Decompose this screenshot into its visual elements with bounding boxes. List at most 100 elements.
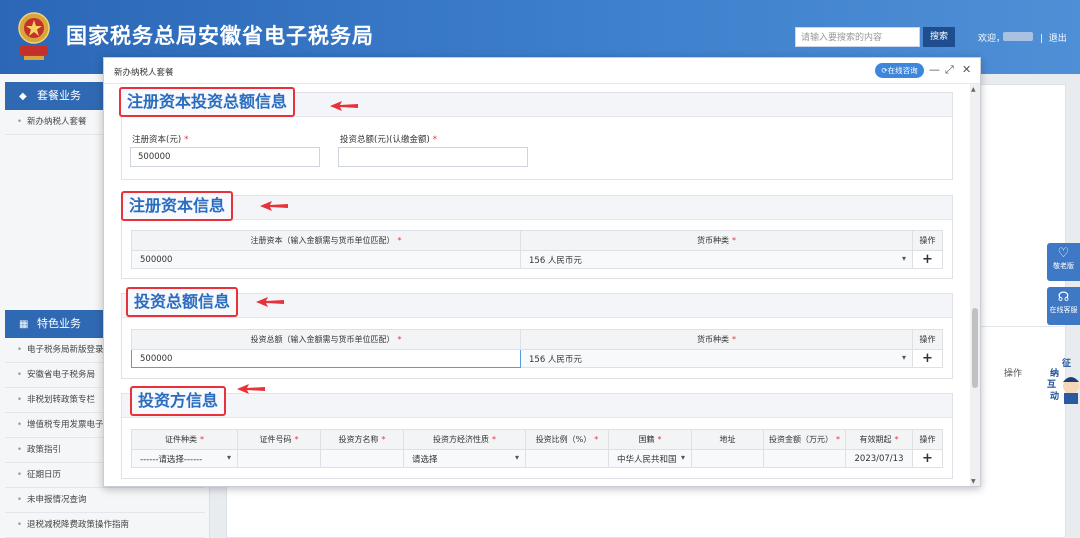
reg-capital-input[interactable] bbox=[130, 147, 320, 167]
section-title-registered-investment: 注册资本投资总额信息 bbox=[119, 87, 296, 117]
section-title-investment-total: 投资总额信息 bbox=[126, 287, 239, 317]
col-header: 投资方名称 * bbox=[320, 429, 404, 450]
col-header: 投资方经济性质 * bbox=[403, 429, 526, 450]
col-header-amount: 投资总额（输入金额需与货币单位匹配） * bbox=[131, 329, 521, 350]
investor-name-input[interactable] bbox=[320, 449, 404, 468]
arrow-left-icon bbox=[260, 201, 288, 211]
registered-capital-table: 注册资本（输入金额需与货币单位匹配） * 货币种类 * 操作 500000 156 … bbox=[131, 230, 943, 269]
table-row: 500000 156 人民币元 + bbox=[131, 250, 943, 269]
logout-link[interactable]: | 退出 bbox=[1040, 31, 1067, 44]
col-header: 有效期起 * bbox=[845, 429, 913, 450]
tax-emblem-logo bbox=[18, 12, 50, 60]
sidebar-item-label: 增值税专用发票电子 bbox=[27, 420, 104, 430]
grid-icon: ▦ bbox=[19, 319, 29, 330]
nationality-select[interactable]: 中华人民共和国 bbox=[608, 449, 692, 468]
sidebar-item-unfiled[interactable]: • 未申报情况查询 bbox=[5, 488, 205, 513]
mascot-interaction-widget[interactable]: 征 纳 互 动 bbox=[1044, 356, 1080, 406]
close-icon[interactable]: ✕ bbox=[962, 63, 971, 77]
sidebar-section-package-title: 套餐业务 bbox=[37, 89, 81, 102]
col-header-currency: 货币种类 * bbox=[520, 329, 913, 350]
modal-header: 新办纳税人套餐 ⟳在线咨询 — ⤢ ✕ bbox=[104, 58, 980, 84]
minimize-icon[interactable]: — bbox=[929, 63, 940, 77]
reg-capital-currency-select[interactable]: 156 人民币元 bbox=[520, 250, 913, 269]
scroll-down-icon[interactable]: ▼ bbox=[971, 478, 976, 485]
col-header: 证件种类 * bbox=[131, 429, 238, 450]
id-number-input[interactable] bbox=[237, 449, 321, 468]
reg-capital-label: 注册资本(元) * bbox=[132, 135, 189, 145]
welcome-text: 欢迎， bbox=[978, 34, 1006, 44]
section-title-registered-capital: 注册资本信息 bbox=[121, 191, 234, 221]
site-title: 国家税务总局安徽省电子税务局 bbox=[66, 24, 374, 48]
col-header-amount: 注册资本（输入金额需与货币单位匹配） * bbox=[131, 230, 521, 251]
online-service-label: 在线客服 bbox=[1049, 306, 1078, 314]
invest-total-currency-select[interactable]: 156 人民币元 bbox=[520, 349, 913, 368]
sidebar-item-refund-guide[interactable]: • 退税减税降费政策操作指南 bbox=[5, 513, 205, 538]
invest-total-input[interactable] bbox=[338, 147, 528, 167]
col-header: 国籍 * bbox=[608, 429, 692, 450]
sidebar-item-label: 电子税务局新版登录 bbox=[27, 345, 104, 355]
col-header: 投资金额（万元） * bbox=[763, 429, 846, 450]
table-header-row: 证件种类 * 证件号码 * 投资方名称 * 投资方经济性质 * 投资比例（%） * 国籍 *… bbox=[131, 429, 943, 450]
sidebar-item-label: 未申报情况查询 bbox=[27, 495, 87, 505]
separator: | bbox=[1040, 34, 1044, 44]
headset-icon: ☊ bbox=[1057, 290, 1070, 305]
modal-body: 注册资本投资总额信息 注册资本(元)* 投资总额(元)(认缴金额)* 注册资本信… bbox=[104, 84, 970, 486]
address-input[interactable] bbox=[691, 449, 764, 468]
col-header-currency: 货币种类 * bbox=[520, 230, 913, 251]
col-header: 证件号码 * bbox=[237, 429, 321, 450]
sidebar-item-label: 退税减税降费政策操作指南 bbox=[27, 520, 130, 530]
new-taxpayer-modal: 新办纳税人套餐 ⟳在线咨询 — ⤢ ✕ 注册资本投资总额信息 注册资本(元) * … bbox=[103, 57, 981, 487]
online-consult-button[interactable]: ⟳在线咨询 bbox=[875, 63, 924, 78]
layers-icon: ◆ bbox=[19, 91, 27, 102]
col-header-op: 操作 bbox=[912, 329, 943, 350]
sidebar-item-label: 征期日历 bbox=[27, 470, 62, 480]
col-header-op: 操作 bbox=[912, 230, 943, 251]
elder-mode-label: 敬老版 bbox=[1053, 262, 1074, 270]
online-service-button[interactable]: ☊ 在线客服 bbox=[1047, 287, 1080, 325]
modal-scrollbar-thumb[interactable] bbox=[972, 308, 978, 388]
logout-label[interactable]: 退出 bbox=[1049, 34, 1067, 44]
invest-total-amount-cell[interactable]: 500000 bbox=[131, 349, 521, 368]
table-header-row: 注册资本（输入金额需与货币单位匹配） * 货币种类 * 操作 bbox=[131, 230, 943, 251]
modal-title: 新办纳税人套餐 bbox=[114, 68, 174, 78]
sidebar-item-label: 政策指引 bbox=[27, 445, 62, 455]
reg-capital-amount-cell[interactable]: 500000 bbox=[131, 250, 521, 269]
col-header: 操作 bbox=[912, 429, 943, 450]
panel-header bbox=[122, 196, 952, 220]
add-row-button[interactable]: + bbox=[912, 349, 943, 368]
valid-from-date[interactable]: 2023/07/13 bbox=[845, 449, 913, 468]
maximize-icon[interactable]: ⤢ bbox=[945, 63, 954, 77]
table-row: 500000 156 人民币元 + bbox=[131, 349, 943, 368]
username-redacted bbox=[1003, 32, 1033, 41]
add-row-button[interactable]: + bbox=[912, 449, 943, 468]
id-type-select[interactable]: ------请选择------ bbox=[131, 449, 238, 468]
col-header: 地址 bbox=[691, 429, 764, 450]
sidebar-item-label: 新办纳税人套餐 bbox=[27, 117, 87, 127]
arrow-left-icon bbox=[256, 297, 284, 307]
search-input[interactable] bbox=[795, 27, 920, 47]
scroll-up-icon[interactable]: ▲ bbox=[971, 86, 976, 93]
sidebar-item-label: 安徽省电子税务局 bbox=[27, 370, 96, 380]
mascot-char: 动 bbox=[1050, 392, 1060, 402]
table-header-row: 投资总额（输入金额需与货币单位匹配） * 货币种类 * 操作 bbox=[131, 329, 943, 350]
investment-amount-input[interactable] bbox=[763, 449, 846, 468]
sidebar-item-label: 非税划转政策专栏 bbox=[27, 395, 96, 405]
sidebar-section-featured-title: 特色业务 bbox=[37, 317, 81, 330]
reg-capital-label-text: 注册资本(元) bbox=[132, 135, 182, 145]
ratio-input[interactable] bbox=[525, 449, 609, 468]
mascot-char: 征 bbox=[1062, 359, 1072, 369]
invest-total-label-text: 投资总额(元)(认缴金额) bbox=[340, 135, 430, 145]
search-button[interactable]: 搜索 bbox=[923, 27, 955, 47]
online-consult-label: 在线咨询 bbox=[887, 66, 918, 75]
modal-scrollbar[interactable] bbox=[970, 84, 980, 486]
elder-mode-button[interactable]: ♡ 敬老版 bbox=[1047, 243, 1080, 281]
economic-nature-select[interactable]: 请选择 bbox=[403, 449, 526, 468]
investor-table: 证件种类 * 证件号码 * 投资方名称 * 投资方经济性质 * 投资比例（%） * 国籍 *… bbox=[131, 429, 943, 468]
add-row-button[interactable]: + bbox=[912, 250, 943, 269]
table-row: ------请选择------ 请选择 中华人民共和国 2023/07/13 + bbox=[131, 449, 943, 468]
panel-header bbox=[122, 394, 952, 418]
section-title-investor: 投资方信息 bbox=[130, 386, 227, 416]
arrow-left-icon bbox=[237, 384, 265, 394]
panel-header bbox=[122, 294, 952, 318]
background-op-header: 操作 bbox=[1004, 369, 1023, 379]
